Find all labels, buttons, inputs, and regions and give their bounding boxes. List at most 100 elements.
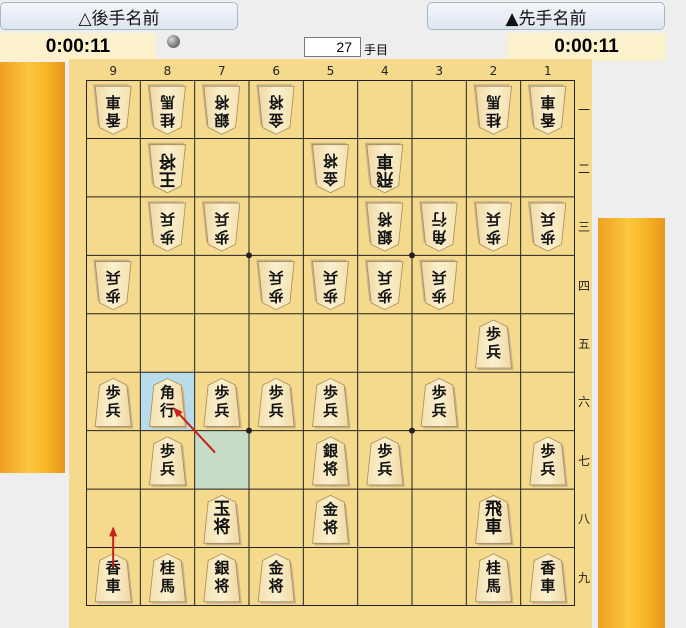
piece-character: 将 — [214, 577, 229, 595]
gote-player-button[interactable]: △後手名前 — [0, 2, 238, 30]
piece-gote-61[interactable]: 金将 — [256, 84, 295, 135]
sente-piece-stand[interactable] — [598, 218, 665, 628]
rank-label: 六 — [578, 395, 591, 410]
piece-sente-19[interactable]: 香車 — [529, 553, 568, 604]
piece-sente-66[interactable]: 歩兵 — [257, 377, 297, 429]
piece-sente-96[interactable]: 歩兵 — [94, 377, 134, 429]
piece-character: 桂 — [486, 111, 502, 129]
piece-gote-73[interactable]: 歩兵 — [201, 201, 241, 252]
piece-sente-87[interactable]: 歩兵 — [149, 436, 188, 487]
piece-character: 歩 — [486, 228, 501, 246]
piece-gote-23[interactable]: 歩兵 — [473, 201, 512, 252]
piece-character: 歩 — [214, 228, 229, 246]
piece-character: 歩 — [540, 228, 555, 246]
piece-character: 金 — [268, 111, 285, 129]
piece-sente-79[interactable]: 銀将 — [203, 553, 242, 604]
sente-player-button[interactable]: ▲先手名前 — [427, 2, 665, 30]
piece-character: 兵 — [486, 210, 501, 228]
piece-sente-58[interactable]: 金将 — [312, 494, 351, 546]
piece-character: 車 — [485, 516, 502, 537]
file-label: 9 — [109, 64, 117, 78]
piece-character: 歩 — [160, 442, 175, 460]
file-label: 8 — [163, 64, 172, 78]
file-label: 5 — [326, 64, 335, 78]
piece-character: 歩 — [106, 383, 121, 401]
piece-gote-21[interactable]: 桂馬 — [473, 84, 512, 135]
piece-sente-28[interactable]: 飛車 — [475, 494, 514, 546]
piece-character: 兵 — [377, 269, 392, 287]
piece-character: 車 — [376, 151, 393, 172]
file-label: 6 — [272, 64, 280, 78]
piece-character: 行 — [159, 401, 175, 419]
piece-character: 兵 — [486, 343, 501, 361]
piece-character: 歩 — [269, 287, 284, 305]
piece-sente-76[interactable]: 歩兵 — [203, 377, 242, 429]
piece-sente-69[interactable]: 金将 — [257, 553, 297, 604]
piece-sente-56[interactable]: 歩兵 — [312, 377, 351, 429]
piece-gote-82[interactable]: 王将 — [147, 142, 186, 194]
piece-character: 兵 — [432, 401, 447, 419]
piece-character: 兵 — [269, 401, 284, 419]
piece-gote-54[interactable]: 歩兵 — [310, 259, 349, 311]
file-label: 3 — [435, 64, 443, 78]
file-label: 7 — [218, 64, 226, 78]
star-point — [246, 427, 252, 434]
piece-sente-57[interactable]: 銀将 — [312, 436, 351, 487]
piece-gote-83[interactable]: 歩兵 — [147, 201, 186, 252]
gote-clock: 0:00:11 — [0, 33, 156, 61]
piece-gote-81[interactable]: 桂馬 — [147, 84, 186, 135]
piece-character: 車 — [540, 93, 555, 111]
piece-character: 歩 — [540, 442, 555, 460]
piece-character: 桂 — [485, 559, 501, 577]
piece-character: 歩 — [377, 287, 392, 305]
piece-character: 兵 — [323, 401, 338, 419]
star-point — [409, 252, 415, 259]
piece-gote-64[interactable]: 歩兵 — [256, 259, 295, 311]
piece-gote-44[interactable]: 歩兵 — [364, 259, 404, 311]
piece-gote-71[interactable]: 銀将 — [201, 84, 241, 135]
piece-gote-52[interactable]: 金将 — [310, 142, 349, 194]
rank-label: 二 — [578, 161, 591, 176]
piece-gote-42[interactable]: 飛車 — [364, 142, 404, 194]
piece-character: 歩 — [486, 325, 501, 343]
piece-character: 兵 — [214, 401, 229, 419]
piece-character: 桂 — [160, 111, 176, 129]
piece-character: 兵 — [106, 401, 121, 419]
piece-gote-33[interactable]: 角行 — [419, 201, 458, 252]
piece-sente-25[interactable]: 歩兵 — [475, 319, 514, 370]
rank-label: 五 — [578, 337, 591, 351]
piece-gote-34[interactable]: 歩兵 — [419, 259, 458, 311]
piece-character: 馬 — [160, 93, 175, 111]
piece-character: 兵 — [106, 269, 121, 287]
gote-piece-stand[interactable] — [0, 62, 65, 473]
piece-gote-91[interactable]: 香車 — [93, 84, 132, 135]
piece-character: 将 — [159, 151, 176, 172]
piece-character: 香 — [106, 111, 121, 129]
piece-character: 将 — [214, 93, 229, 111]
piece-gote-11[interactable]: 香車 — [527, 84, 567, 135]
piece-gote-43[interactable]: 銀将 — [364, 201, 404, 252]
piece-character: 香 — [540, 111, 555, 129]
piece-character: 歩 — [323, 287, 338, 305]
piece-character: 将 — [323, 518, 338, 536]
rank-label: 三 — [578, 220, 591, 235]
piece-character: 馬 — [486, 577, 501, 595]
piece-sente-36[interactable]: 歩兵 — [420, 377, 460, 429]
piece-character: 飛 — [484, 499, 502, 519]
piece-character: 兵 — [269, 269, 284, 287]
move-number-field[interactable]: 27 — [304, 37, 361, 57]
piece-gote-13[interactable]: 歩兵 — [527, 201, 567, 252]
board-grid[interactable]: 香車桂馬銀将金将桂馬香車王将金将飛車歩兵歩兵銀将角行歩兵歩兵歩兵歩兵歩兵歩兵歩兵… — [86, 80, 575, 606]
piece-sente-47[interactable]: 歩兵 — [366, 436, 405, 487]
file-label: 2 — [489, 64, 498, 78]
piece-sente-17[interactable]: 歩兵 — [529, 436, 568, 487]
piece-character: 兵 — [160, 460, 175, 478]
piece-gote-94[interactable]: 歩兵 — [93, 259, 132, 311]
piece-sente-89[interactable]: 桂馬 — [149, 553, 188, 604]
piece-sente-29[interactable]: 桂馬 — [475, 553, 514, 604]
piece-character: 歩 — [214, 383, 229, 401]
piece-character: 将 — [377, 210, 392, 228]
piece-character: 馬 — [486, 93, 501, 111]
piece-character: 車 — [540, 577, 555, 595]
piece-sente-78[interactable]: 玉将 — [203, 494, 242, 546]
